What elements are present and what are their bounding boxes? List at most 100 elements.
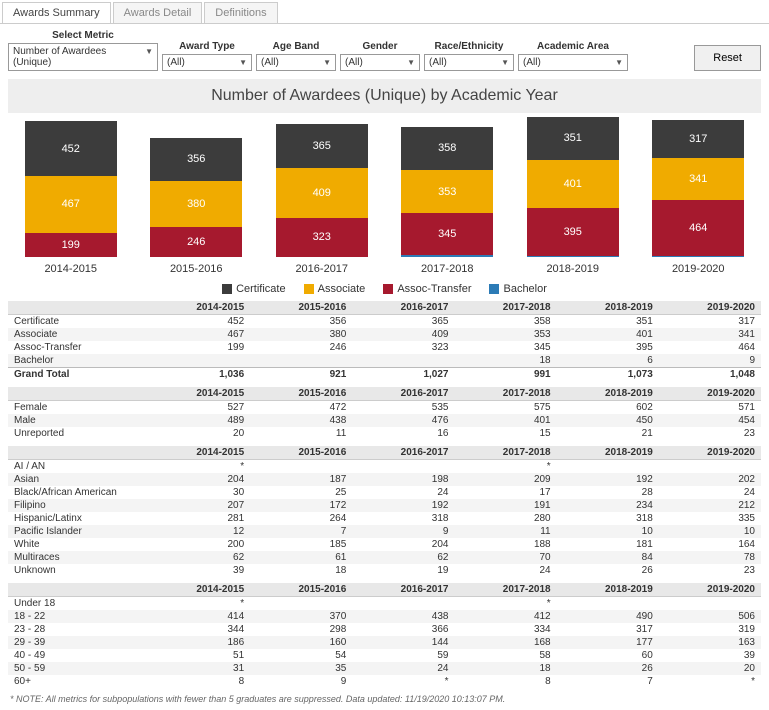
cell: [557, 460, 659, 474]
filter-age[interactable]: (All): [256, 54, 336, 71]
row-label: Filipino: [8, 499, 148, 512]
cell: 452: [148, 315, 250, 329]
cell: 15: [454, 427, 556, 440]
cell: 30: [148, 486, 250, 499]
bar-year-label: 2019-2020: [672, 257, 725, 275]
cell: 21: [557, 427, 659, 440]
bar-segment: 351: [527, 117, 619, 160]
filter-metric[interactable]: Number of Awardees (Unique): [8, 43, 158, 71]
table-row: 50 - 59313524182620: [8, 662, 761, 675]
data-table: 2014-20152015-20162016-20172017-20182018…: [8, 446, 761, 577]
legend-label: Associate: [318, 283, 366, 295]
filter-gender[interactable]: (All): [340, 54, 420, 71]
cell: 35: [250, 662, 352, 675]
bar-segment: 464: [652, 200, 744, 256]
cell: 144: [352, 636, 454, 649]
stacked-bar-chart: 4524671992014-20153563802462015-20163654…: [0, 115, 769, 275]
cell: 18: [454, 354, 556, 368]
bar-segment: 353: [401, 170, 493, 213]
cell: 10: [659, 525, 761, 538]
filter-race[interactable]: (All): [424, 54, 514, 71]
cell: 472: [250, 401, 352, 415]
cell: 344: [148, 623, 250, 636]
cell: [557, 597, 659, 611]
cell: 164: [659, 538, 761, 551]
cell: 23: [659, 564, 761, 577]
filter-award-label: Award Type: [162, 41, 252, 54]
table-row: Certificate452356365358351317: [8, 315, 761, 329]
cell: 334: [454, 623, 556, 636]
legend-swatch: [222, 284, 232, 294]
row-label: Hispanic/Latinx: [8, 512, 148, 525]
col-header: 2019-2020: [659, 301, 761, 315]
cell: 401: [454, 414, 556, 427]
legend-item: Associate: [304, 283, 366, 295]
cell: 395: [557, 341, 659, 354]
cell: 438: [352, 610, 454, 623]
cell: [659, 460, 761, 474]
cell: 202: [659, 473, 761, 486]
cell: 59: [352, 649, 454, 662]
cell: 62: [148, 551, 250, 564]
cell: 9: [250, 675, 352, 688]
cell: 20: [148, 427, 250, 440]
cell: 198: [352, 473, 454, 486]
cell: 185: [250, 538, 352, 551]
cell: 199: [148, 341, 250, 354]
cell: 18: [250, 564, 352, 577]
cell: 380: [250, 328, 352, 341]
cell: *: [352, 675, 454, 688]
cell: *: [148, 597, 250, 611]
cell: [250, 597, 352, 611]
row-label: 60+: [8, 675, 148, 688]
chart-title: Number of Awardees (Unique) by Academic …: [8, 79, 761, 113]
bar-segment: 467: [25, 176, 117, 233]
cell: 535: [352, 401, 454, 415]
row-label: 23 - 28: [8, 623, 148, 636]
tabs: Awards Summary Awards Detail Definitions: [0, 0, 769, 24]
legend-swatch: [383, 284, 393, 294]
table-row: Assoc-Transfer199246323345395464: [8, 341, 761, 354]
cell: 62: [352, 551, 454, 564]
cell: 317: [659, 315, 761, 329]
table-row: 23 - 28344298366334317319: [8, 623, 761, 636]
cell: 191: [454, 499, 556, 512]
cell: 54: [250, 649, 352, 662]
cell: 163: [659, 636, 761, 649]
filter-area[interactable]: (All): [518, 54, 628, 71]
filter-gender-label: Gender: [340, 41, 420, 54]
tab-awards-detail[interactable]: Awards Detail: [113, 2, 203, 23]
cell: 12: [148, 525, 250, 538]
tab-definitions[interactable]: Definitions: [204, 2, 277, 23]
row-label: Multiraces: [8, 551, 148, 564]
cell: 6: [557, 354, 659, 368]
cell: [250, 354, 352, 368]
tab-awards-summary[interactable]: Awards Summary: [2, 2, 111, 23]
cell: 281: [148, 512, 250, 525]
row-label: Certificate: [8, 315, 148, 329]
cell: 358: [454, 315, 556, 329]
cell: *: [659, 675, 761, 688]
col-header: 2015-2016: [250, 301, 352, 315]
row-label: Unreported: [8, 427, 148, 440]
col-header: 2017-2018: [454, 446, 556, 460]
cell: 298: [250, 623, 352, 636]
reset-button[interactable]: Reset: [694, 45, 761, 71]
cell: 28: [557, 486, 659, 499]
bar-segment: 409: [276, 168, 368, 218]
cell: [352, 460, 454, 474]
cell: 409: [352, 328, 454, 341]
table-row: Pacific Islander1279111010: [8, 525, 761, 538]
bar-year-label: 2015-2016: [170, 257, 223, 275]
row-label: Associate: [8, 328, 148, 341]
cell: *: [148, 460, 250, 474]
cell: 172: [250, 499, 352, 512]
col-header: 2014-2015: [148, 446, 250, 460]
filter-award[interactable]: (All): [162, 54, 252, 71]
table-row: Multiraces626162708478: [8, 551, 761, 564]
cell: 280: [454, 512, 556, 525]
table-row: Male489438476401450454: [8, 414, 761, 427]
table-row: Unreported201116152123: [8, 427, 761, 440]
cell: 234: [557, 499, 659, 512]
cell: [352, 597, 454, 611]
